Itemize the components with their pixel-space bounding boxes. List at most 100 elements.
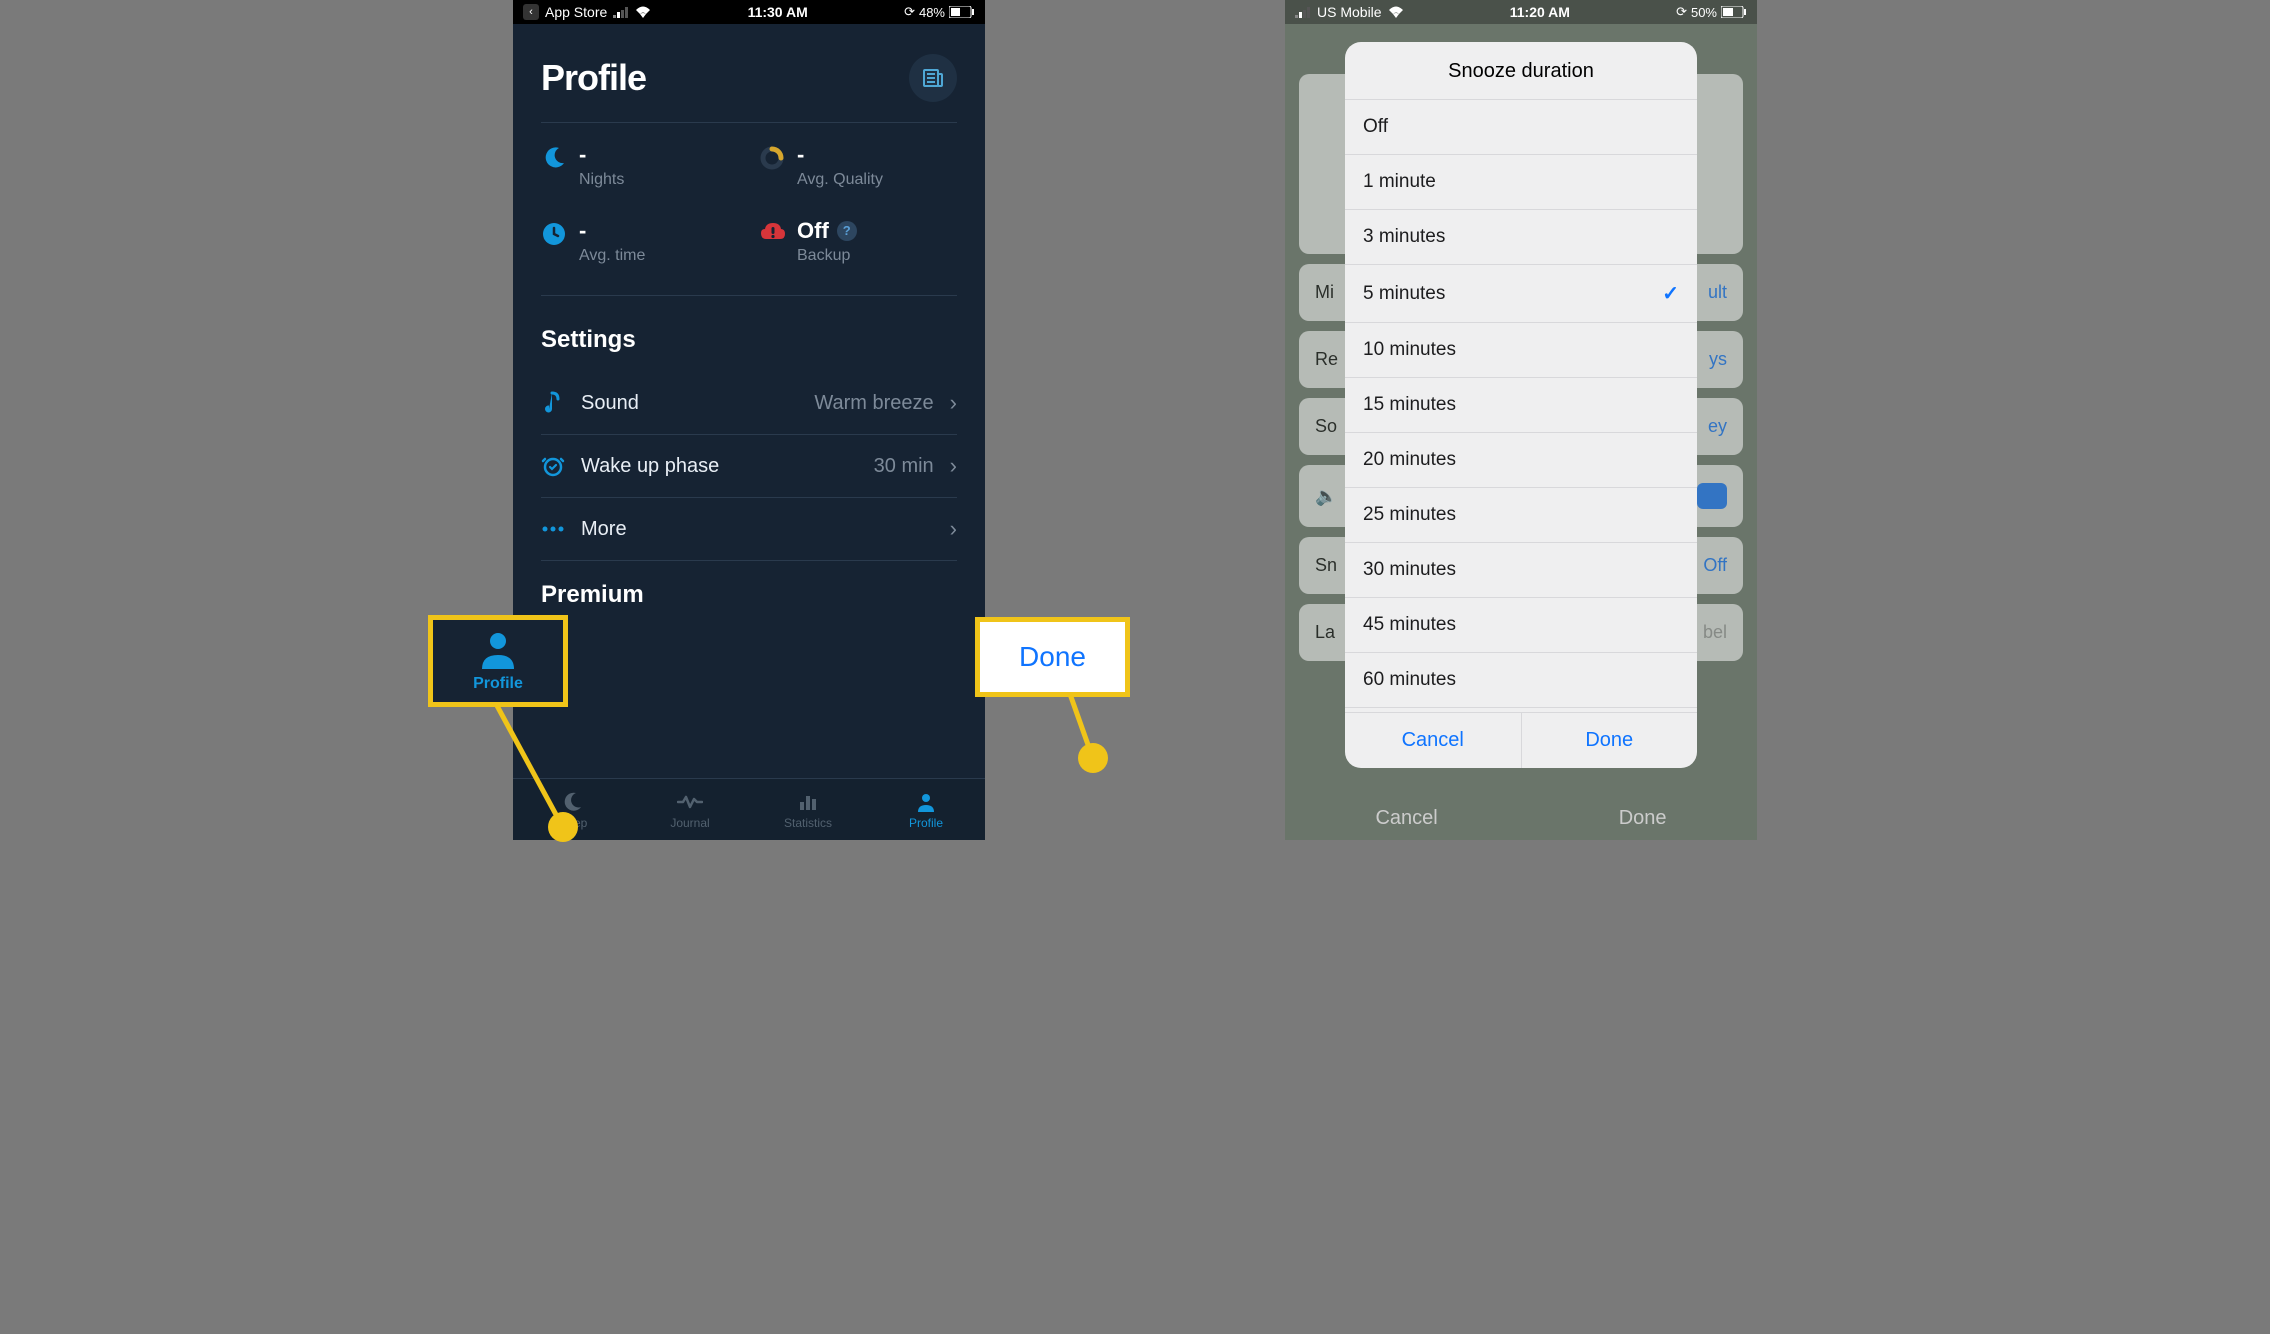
snooze-option-label: 5 minutes [1363,283,1445,305]
battery-icon [1721,6,1747,18]
bg-cancel: Cancel [1375,807,1437,830]
stat-avg-quality: - Avg. Quality [759,143,957,189]
snooze-option-label: 1 minute [1363,171,1436,193]
stat-avg-time: - Avg. time [541,219,739,265]
status-back-label[interactable]: App Store [545,4,607,20]
snooze-option-label: 20 minutes [1363,449,1456,471]
bg-done: Done [1619,807,1667,830]
tab-journal[interactable]: Journal [631,779,749,840]
tab-bar: Sleep Journal Statistics Profile [513,778,985,840]
snooze-option[interactable]: 3 minutes [1345,210,1697,265]
status-carrier: US Mobile [1317,4,1382,20]
bar-chart-icon [798,790,818,814]
snooze-option-label: 45 minutes [1363,614,1456,636]
alarm-clock-icon [541,454,565,478]
stat-backup[interactable]: Off ? Backup [759,219,957,265]
battery-icon [949,6,975,18]
done-button[interactable]: Done [1522,713,1698,768]
settings-section-title: Settings [541,326,957,354]
person-icon [478,629,518,669]
stat-nights-value: - [579,143,624,167]
stat-nights: - Nights [541,143,739,189]
moon-icon [541,145,567,171]
help-icon[interactable]: ? [837,221,857,241]
ellipsis-icon [541,526,565,532]
chevron-right-icon: › [950,453,957,479]
lock-rotate-icon: ⟳ [1676,4,1687,20]
callout-done-button: Done [975,617,1130,697]
setting-sound-label: Sound [581,392,798,415]
checkmark-icon: ✓ [1662,281,1679,306]
snooze-option-label: 25 minutes [1363,504,1456,526]
status-time: 11:30 AM [651,4,904,20]
snooze-duration-dialog: Snooze duration Off 1 minute 3 minutes 5 mi… [1345,42,1697,768]
highlight-dot [1078,743,1108,773]
status-time: 11:20 AM [1404,4,1676,20]
cloud-alert-icon [759,221,785,247]
highlight-dot [548,812,578,842]
snooze-option[interactable]: 25 minutes [1345,488,1697,543]
setting-wakeup-value: 30 min [874,455,934,478]
tab-profile-label: Profile [909,816,943,830]
background-actions: Cancel Done [1285,807,1757,830]
snooze-option-label: 60 minutes [1363,669,1456,691]
stat-avg-quality-value: - [797,143,883,167]
stat-backup-label: Backup [797,247,857,265]
newspaper-icon [921,66,945,90]
stat-avg-time-label: Avg. time [579,247,645,265]
dialog-title: Snooze duration [1345,42,1697,100]
phone-profile-screen: ‹ App Store 11:30 AM ⟳ 48% Profile [513,0,985,840]
signal-icon [613,7,629,18]
setting-more[interactable]: More › [541,498,957,561]
person-icon [916,790,936,814]
snooze-option[interactable]: 5 minutes ✓ [1345,265,1697,323]
page-title: Profile [541,57,646,99]
cancel-button[interactable]: Cancel [1345,713,1522,768]
stat-backup-value: Off [797,219,829,243]
music-note-icon [541,391,565,415]
tab-statistics-label: Statistics [784,816,832,830]
chevron-right-icon: › [950,516,957,542]
setting-wake-up-phase[interactable]: Wake up phase 30 min › [541,435,957,498]
snooze-option-label: 10 minutes [1363,339,1456,361]
snooze-option[interactable]: 15 minutes [1345,378,1697,433]
snooze-option[interactable]: 1 minute [1345,155,1697,210]
snooze-option-label: 15 minutes [1363,394,1456,416]
wifi-icon [635,6,651,18]
ring-icon [759,145,785,171]
news-button[interactable] [909,54,957,102]
snooze-option[interactable]: 45 minutes [1345,598,1697,653]
stat-avg-quality-label: Avg. Quality [797,171,883,189]
snooze-option[interactable]: 60 minutes [1345,653,1697,708]
stat-avg-time-value: - [579,219,645,243]
tab-journal-label: Journal [670,816,709,830]
tab-statistics[interactable]: Statistics [749,779,867,840]
status-bar: US Mobile 11:20 AM ⟳ 50% [1285,0,1757,24]
snooze-option-label: 3 minutes [1363,226,1445,248]
setting-sound-value: Warm breeze [814,392,933,415]
clock-icon [541,221,567,247]
tab-profile[interactable]: Profile [867,779,985,840]
signal-icon [1295,7,1311,18]
phone-snooze-dialog-screen: US Mobile 11:20 AM ⟳ 50% Miult Reys Soey… [1285,0,1757,840]
setting-sound[interactable]: Sound Warm breeze › [541,372,957,435]
setting-more-label: More [581,518,934,541]
callout-profile-label: Profile [473,675,523,693]
snooze-option[interactable]: 30 minutes [1345,543,1697,598]
back-icon[interactable]: ‹ [523,4,539,20]
status-battery: 50% [1691,5,1717,20]
speaker-icon: 🔈 [1315,486,1337,507]
status-battery: 48% [919,5,945,20]
snooze-option-label: 30 minutes [1363,559,1456,581]
chevron-right-icon: › [950,390,957,416]
callout-done-label: Done [1019,641,1086,673]
premium-section-title: Premium [541,581,957,609]
setting-wakeup-label: Wake up phase [581,455,858,478]
snooze-option[interactable]: 20 minutes [1345,433,1697,488]
snooze-option[interactable]: Off [1345,100,1697,155]
callout-profile-tab: Profile [428,615,568,707]
vibrate-icon [1697,483,1727,509]
dialog-list[interactable]: Off 1 minute 3 minutes 5 minutes ✓ 10 minutes… [1345,100,1697,712]
status-bar: ‹ App Store 11:30 AM ⟳ 48% [513,0,985,24]
snooze-option[interactable]: 10 minutes [1345,323,1697,378]
